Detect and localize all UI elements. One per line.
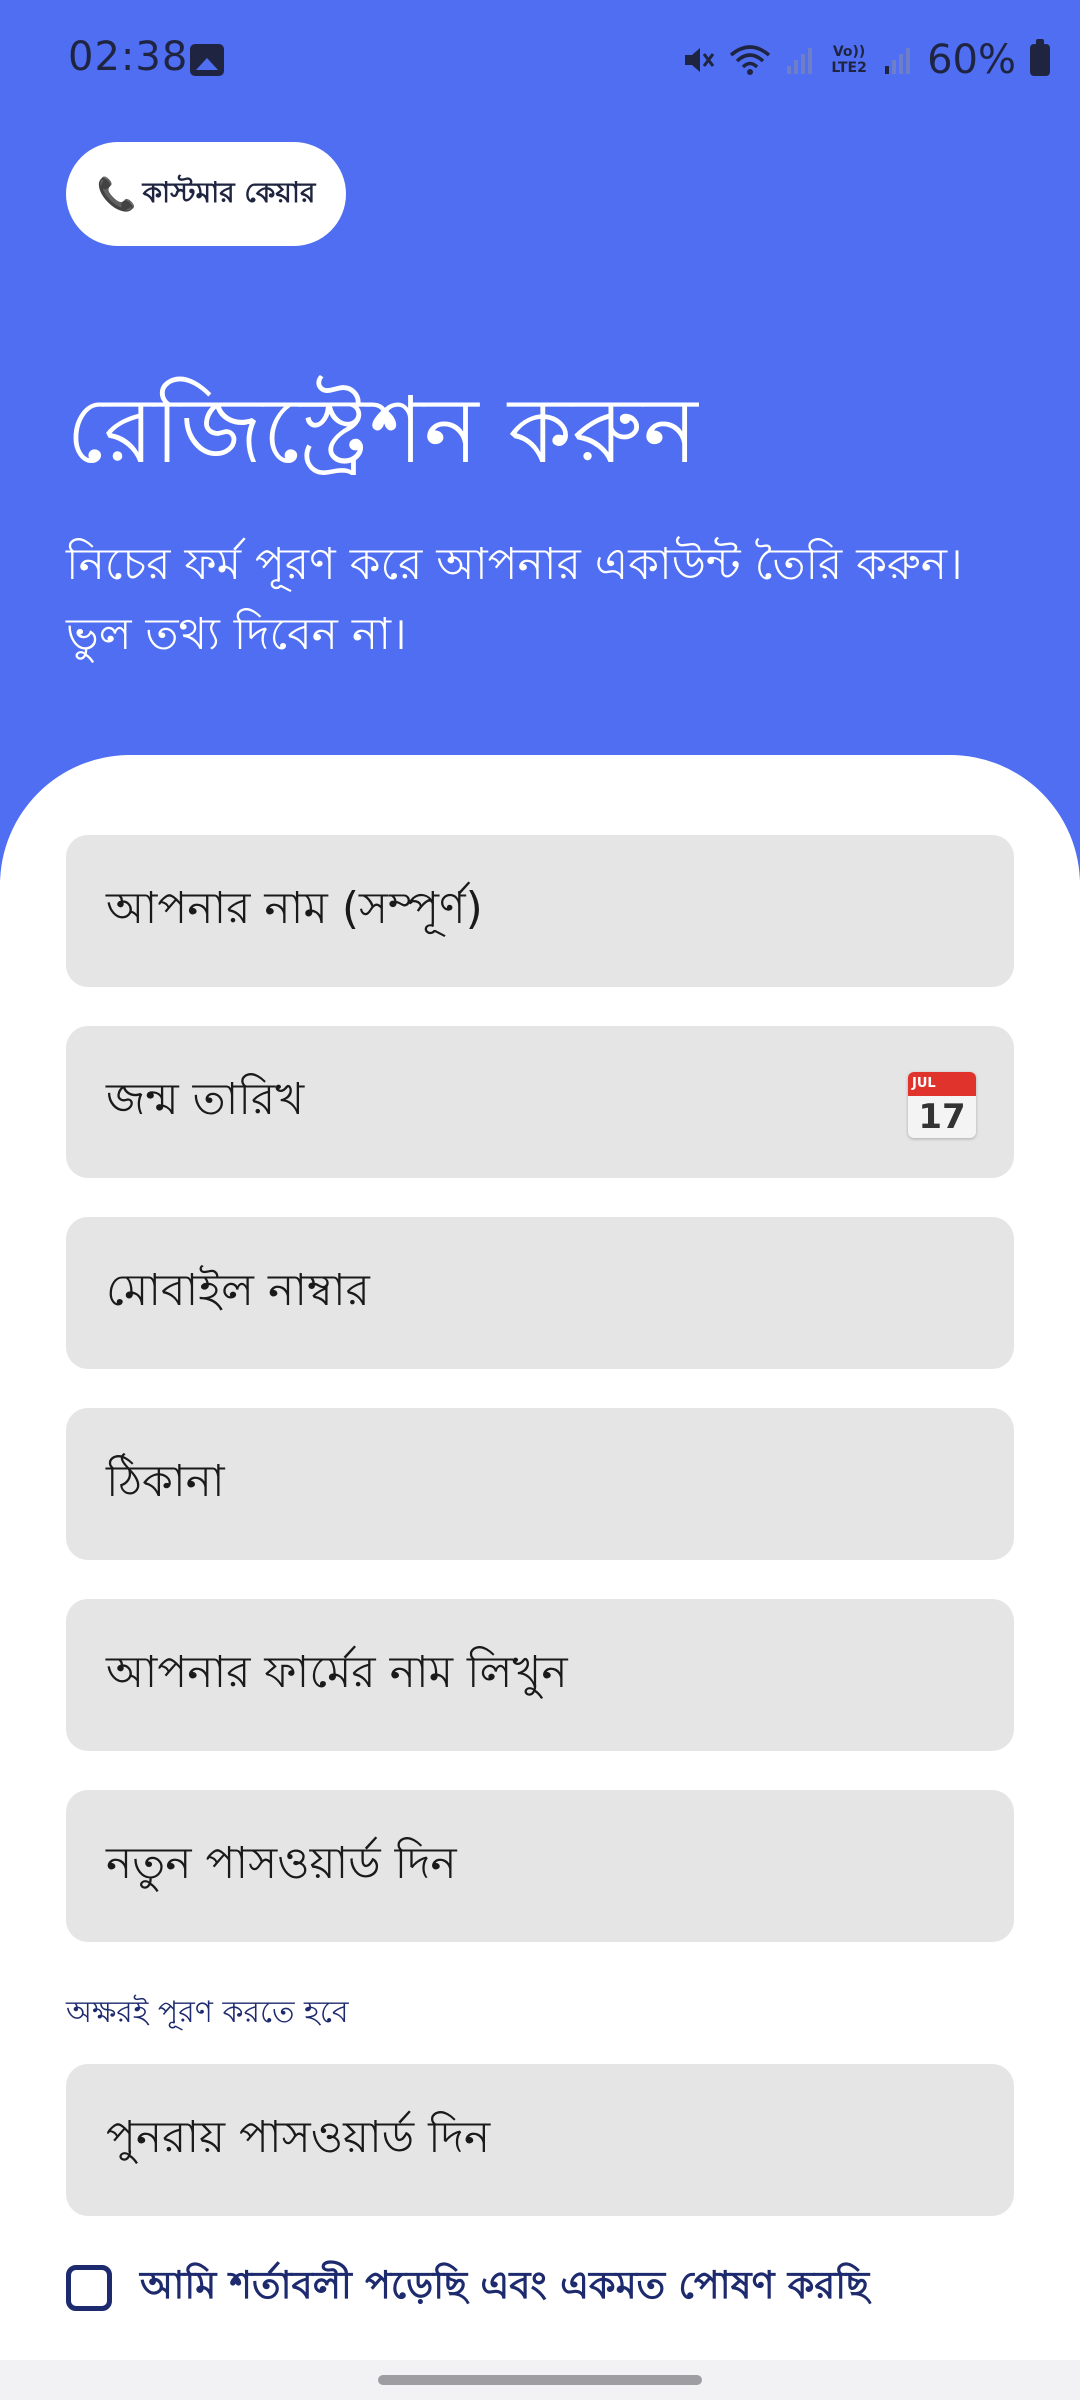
full-name-placeholder: আপনার নাম (সম্পূর্ণ)	[106, 882, 483, 934]
home-gesture-handle[interactable]	[378, 2375, 702, 2385]
password-hint: অক্ষরই পূরণ করতে হবে	[66, 1995, 349, 2030]
address-placeholder: ঠিকানা	[106, 1455, 225, 1507]
farm-name-placeholder: আপনার ফার্মের নাম লিখুন	[106, 1646, 568, 1698]
birth-date-placeholder: জন্ম তারিখ	[106, 1073, 305, 1125]
farm-name-field[interactable]: আপনার ফার্মের নাম লিখুন	[66, 1599, 1014, 1751]
battery-percentage: 60%	[927, 37, 1016, 83]
navigation-bar	[0, 2360, 1080, 2400]
calendar-icon[interactable]: JUL 17	[908, 1072, 976, 1138]
signal-2-icon	[885, 48, 911, 74]
mobile-number-placeholder: মোবাইল নাম্বার	[106, 1264, 370, 1316]
status-bar: 02:38 Vo)) LTE2 60%	[0, 0, 1080, 120]
new-password-placeholder: নতুন পাসওয়ার্ড দিন	[106, 1837, 457, 1889]
address-field[interactable]: ঠিকানা	[66, 1408, 1014, 1560]
customer-care-button[interactable]: 📞 কাস্টমার কেয়ার	[66, 142, 346, 246]
wifi-icon	[729, 45, 771, 75]
new-password-field[interactable]: নতুন পাসওয়ার্ড দিন	[66, 1790, 1014, 1942]
page-subtitle: নিচের ফর্ম পূরণ করে আপনার একাউন্ট তৈরি ক…	[66, 539, 963, 660]
phone-icon: 📞	[96, 175, 137, 213]
status-icons: Vo)) LTE2 60%	[681, 32, 1050, 88]
birth-date-field[interactable]: জন্ম তারিখ JUL 17	[66, 1026, 1014, 1178]
page-title: রেজিস্ট্রেশন করুন	[66, 377, 698, 484]
status-time: 02:38	[68, 34, 189, 80]
calendar-month: JUL	[908, 1072, 976, 1096]
full-name-field[interactable]: আপনার নাম (সম্পূর্ণ)	[66, 835, 1014, 987]
terms-row: আমি শর্তাবলী পড়েছি এবং একমত পোষণ করছি	[66, 2260, 869, 2316]
confirm-password-placeholder: পুনরায় পাসওয়ার্ড দিন	[106, 2111, 491, 2163]
volte-label: Vo)) LTE2	[831, 44, 867, 76]
mobile-number-field[interactable]: মোবাইল নাম্বার	[66, 1217, 1014, 1369]
terms-label[interactable]: আমি শর্তাবলী পড়েছি এবং একমত পোষণ করছি	[140, 2256, 869, 2320]
confirm-password-field[interactable]: পুনরায় পাসওয়ার্ড দিন	[66, 2064, 1014, 2216]
battery-icon	[1030, 39, 1050, 76]
terms-checkbox[interactable]	[66, 2265, 112, 2311]
customer-care-label: কাস্টমার কেয়ার	[142, 175, 316, 209]
calendar-day: 17	[918, 1097, 966, 1137]
signal-1-icon	[787, 48, 813, 74]
gallery-notification-icon	[190, 44, 224, 76]
mute-icon	[685, 48, 715, 72]
